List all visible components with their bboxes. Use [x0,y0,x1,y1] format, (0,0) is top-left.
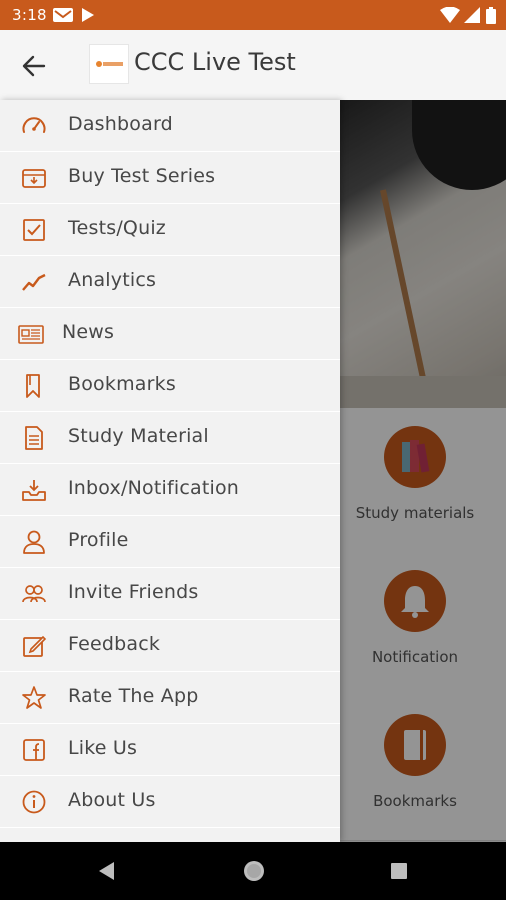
nav-home-icon[interactable] [242,859,266,883]
inbox-icon [22,480,46,501]
oliveboard-logo-icon [96,61,123,67]
back-arrow-icon[interactable] [20,52,48,80]
test-checklist-icon [23,219,45,241]
drawer-item-label: Dashboard [68,113,173,135]
drawer-item-like-us[interactable]: Like Us [0,724,340,776]
facebook-icon [23,739,45,761]
newspaper-icon [18,325,44,344]
drawer-item-label: Feedback [68,633,161,655]
gmail-notification-icon [53,8,73,22]
drawer-item-label: Study Material [68,425,209,447]
nav-back-icon[interactable] [96,860,116,882]
wifi-icon [440,7,460,23]
drawer-item-rate-the-app[interactable]: Rate The App [0,672,340,724]
battery-icon [486,7,496,24]
person-icon [23,530,45,554]
star-icon [22,686,46,709]
signal-icon [464,7,480,23]
navigation-drawer: Dashboard Buy Test Series Tests/Quiz Ana… [0,100,340,842]
drawer-item-label: Like Us [68,737,138,759]
drawer-item-bookmarks[interactable]: Bookmarks [0,360,340,412]
drawer-item-about-us[interactable]: About Us [0,776,340,828]
play-store-notification-icon [82,8,94,22]
page-title: CCC Live Test [134,48,296,76]
app-logo [89,44,129,84]
status-time: 3:18 [12,6,47,24]
drawer-item-label: News [62,321,115,343]
bookmark-icon [26,374,40,398]
analytics-line-icon [22,273,46,291]
group-icon [22,585,46,603]
drawer-item-label: Profile [68,529,129,551]
drawer-item-label: Bookmarks [68,373,176,395]
system-nav-bar [0,842,506,900]
nav-recents-icon[interactable] [390,862,408,880]
drawer-item-label: Rate The App [68,685,199,707]
drawer-item-analytics[interactable]: Analytics [0,256,340,308]
drawer-item-tests-quiz[interactable]: Tests/Quiz [0,204,340,256]
app-bar: CCC Live Test [0,30,506,101]
drawer-item-label: Tests/Quiz [68,217,166,239]
drawer-scrim[interactable] [340,100,506,842]
drawer-item-inbox-notification[interactable]: Inbox/Notification [0,464,340,516]
drawer-item-label: Analytics [68,269,157,291]
drawer-item-invite-friends[interactable]: Invite Friends [0,568,340,620]
drawer-item-profile[interactable]: Profile [0,516,340,568]
edit-icon [23,635,47,657]
document-icon [25,426,43,450]
info-icon [22,790,46,814]
drawer-item-feedback[interactable]: Feedback [0,620,340,672]
drawer-item-label: Buy Test Series [68,165,216,187]
buy-box-icon [22,169,46,188]
dashboard-gauge-icon [22,117,46,133]
drawer-item-label: Invite Friends [68,581,199,603]
drawer-item-news[interactable]: News [0,308,340,360]
drawer-item-dashboard[interactable]: Dashboard [0,100,340,152]
drawer-item-label: About Us [68,789,156,811]
drawer-item-study-material[interactable]: Study Material [0,412,340,464]
drawer-item-buy-test-series[interactable]: Buy Test Series [0,152,340,204]
drawer-item-label: Inbox/Notification [68,477,240,499]
status-bar: 3:18 [0,0,506,30]
